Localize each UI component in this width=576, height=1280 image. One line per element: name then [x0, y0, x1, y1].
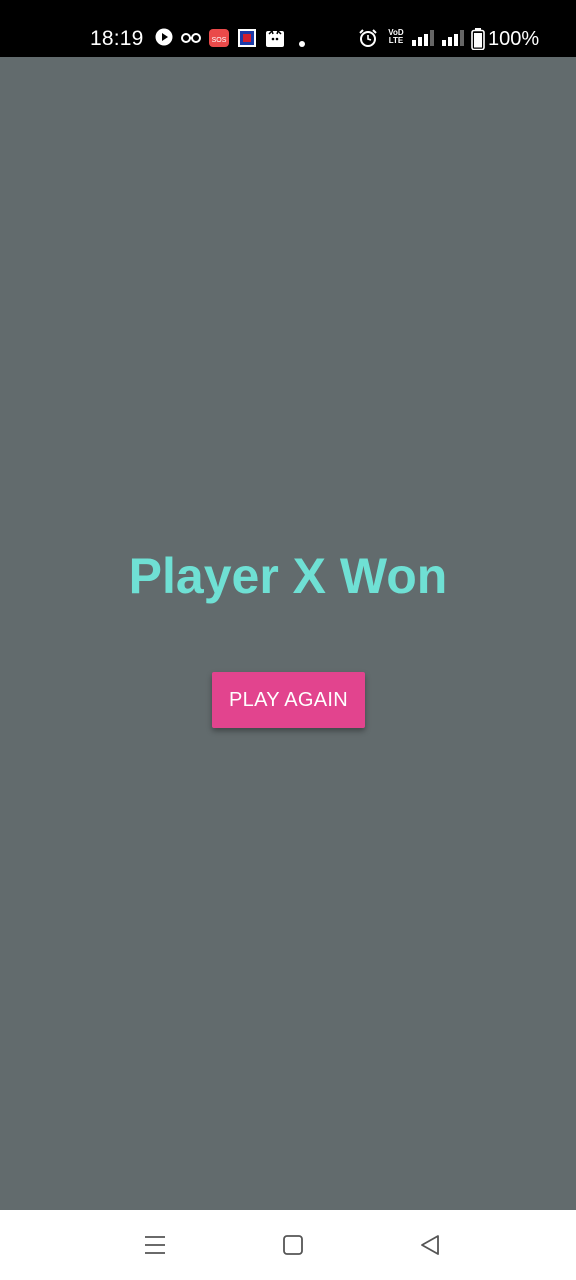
cat-icon	[265, 28, 285, 53]
play-icon	[155, 28, 173, 51]
signal-icon	[441, 28, 465, 53]
back-icon[interactable]	[418, 1232, 444, 1258]
sos-icon: SOS	[209, 28, 229, 53]
alarm-icon	[358, 28, 378, 53]
menu-icon[interactable]	[142, 1232, 168, 1258]
home-icon[interactable]	[280, 1232, 306, 1258]
app-icon	[237, 28, 257, 53]
glasses-icon	[181, 28, 201, 51]
battery-percentage: 100%	[488, 28, 540, 50]
network-type-label: VoD LTE	[388, 28, 404, 45]
navigation-bar	[0, 1210, 576, 1280]
result-title: Player X Won	[128, 548, 448, 604]
status-bar: 18:19 SOS VoD LTE 100%	[0, 0, 576, 57]
svg-text:SOS: SOS	[212, 37, 227, 44]
dot-icon	[298, 35, 306, 53]
status-time: 18:19	[90, 27, 144, 50]
play-again-button[interactable]: PLAY AGAIN	[212, 672, 365, 728]
game-result-screen: Player X Won PLAY AGAIN	[0, 57, 576, 1210]
battery-icon	[471, 28, 485, 55]
signal-icon	[411, 28, 435, 53]
